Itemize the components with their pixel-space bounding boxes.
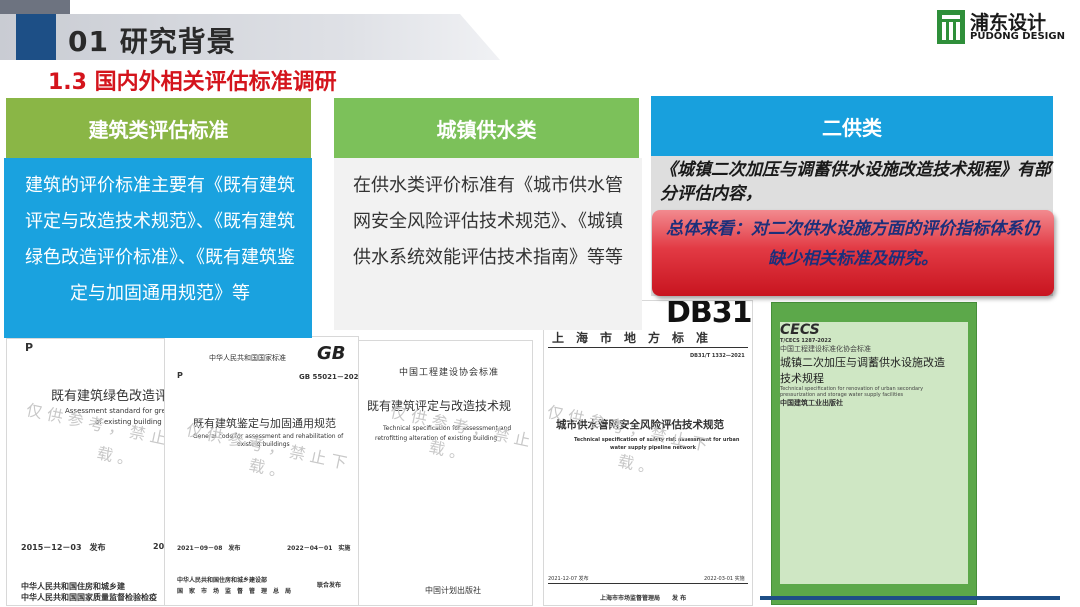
doc2-joint: 联合发布 (317, 582, 342, 589)
doc2-issuer-2: 国 家 市 场 监 督 管 理 总 局 (177, 588, 292, 595)
doc1-watermark-1: 仅 供 参 考 ， 禁 止 下 (24, 400, 166, 453)
doc1-title: 既有建筑绿色改造评 (51, 389, 166, 404)
document-cover-green-retrofit: P 既有建筑绿色改造评 Assessment standard for gree… (6, 338, 166, 606)
doc5-title-2: 技术规程 (780, 372, 824, 385)
doc1-tail: 20 (153, 542, 165, 551)
header-accent (16, 14, 56, 60)
doc2-org: 中华人民共和国国家标准 (209, 354, 286, 362)
document-cover-assessment-rehabilitation: 中华人民共和国国家标准 GB P GB 55021－2021 既有建筑鉴定与加固… (164, 336, 359, 606)
chevron-down-icon (16, 14, 56, 60)
cecs-logo-icon: CECS (780, 322, 820, 338)
doc5-publisher: 中国建筑工业出版社 (780, 399, 843, 407)
header-accent-top (0, 0, 70, 14)
doc1-date: 2015－12－03 发布 (21, 543, 106, 552)
building-standards-text: 建筑的评价标准主要有《既有建筑评定与改造技术规范》、《既有建筑绿色改造评价标准》… (4, 158, 312, 338)
doc4-issuer: 上海市市场监督管理局 发 布 (600, 595, 687, 602)
water-supply-heading: 城镇供水类 (334, 98, 639, 158)
doc3-publisher: 中国计划出版社 (425, 586, 481, 595)
document-cover-pipeline-risk: DB31 上 海 市 地 方 标 准 DB31/T 1332—2021 城市供水… (543, 300, 753, 606)
doc2-issuer-1: 中华人民共和国住房和城乡建设部 (177, 577, 268, 584)
subsection-title: 1.3 国内外相关评估标准调研 (48, 70, 337, 95)
doc1-issuer-1: 中华人民共和国住房和城乡建 (21, 582, 125, 591)
doc2-p: P (177, 371, 183, 380)
doc5-org: 中国工程建设标准化协会标准 (780, 345, 871, 353)
bottom-accent-line (760, 596, 1060, 600)
doc5-title-1: 城镇二次加压与调蓄供水设施改造 (780, 356, 945, 369)
secondary-supply-heading: 二供类 (651, 96, 1053, 156)
doc2-date-1: 2021－09－08 发布 (177, 545, 241, 552)
doc1-watermark-2: 载 。 (95, 443, 136, 470)
doc4-date-2: 2022-03-01 实施 (704, 576, 745, 582)
doc4-region: 上 海 市 地 方 标 准 (552, 331, 709, 345)
water-supply-text: 在供水类评价标准有《城市供水管网安全风险评估技术规范》、《城镇供水系统效能评估技… (334, 158, 642, 330)
doc4-code: DB31/T 1332—2021 (690, 353, 745, 359)
document-cover-secondary-supply-panel: CECS T/CECS 1287-2022 中国工程建设标准化协会标准 城镇二次… (780, 322, 968, 584)
conclusion-callout: 总体来看：对二次供水设施方面的评价指标体系仍缺少相关标准及研究。 (652, 210, 1054, 296)
doc4-watermark-2: 载 。 (616, 451, 657, 478)
document-cover-assessment-retrofit: 中国工程建设协会标准 既有建筑评定与改造技术规 Technical specif… (358, 340, 533, 606)
section-title: 01 研究背景 (68, 25, 236, 58)
secondary-supply-text: 《城镇二次加压与调蓄供水设施改造技术规程》有部分评估内容， (660, 160, 1051, 204)
doc4-date-1: 2021-12-07 发布 (548, 576, 589, 582)
doc3-org: 中国工程建设协会标准 (399, 368, 500, 378)
building-logo-icon (937, 10, 965, 44)
building-standards-heading: 建筑类评估标准 (6, 98, 311, 158)
doc2-gb: GB (317, 343, 346, 364)
doc4-db: DB31 (666, 300, 752, 330)
doc2-code: GB 55021－2021 (299, 373, 359, 381)
doc2-date-2: 2022－04－01 实施 (287, 545, 351, 552)
doc1-issuer-2: 中华人民共和国国家质量监督检验检疫 (21, 593, 157, 602)
logo-name-en: PUDONG DESIGN (970, 31, 1065, 42)
